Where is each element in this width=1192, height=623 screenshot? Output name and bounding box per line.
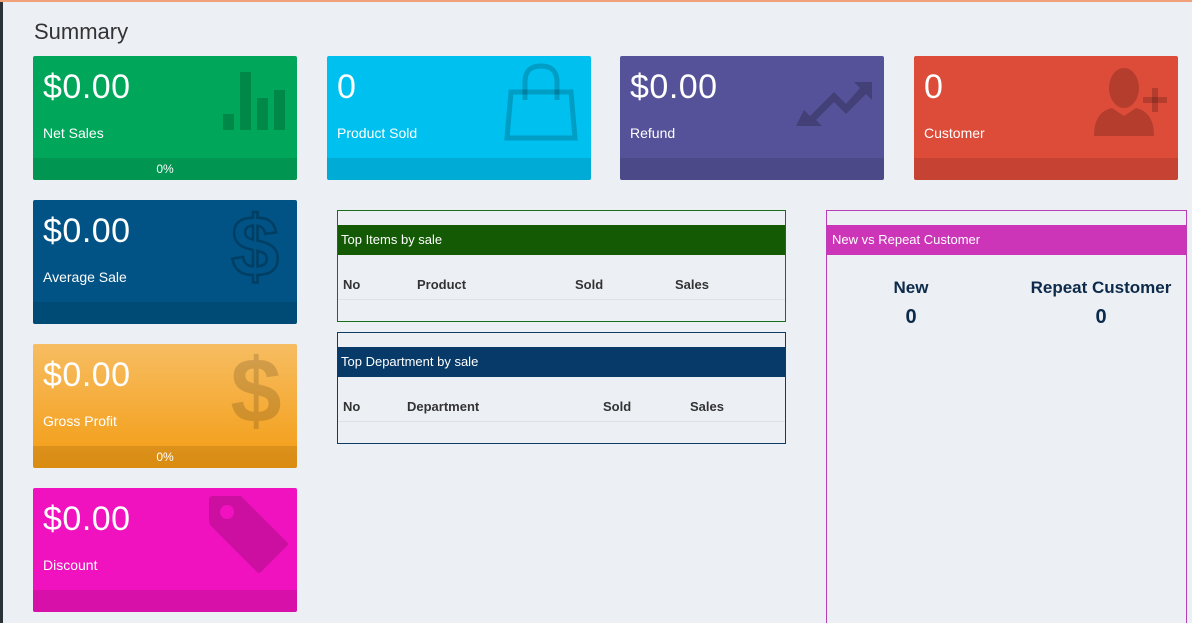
col-header-no: No <box>343 399 361 414</box>
window-edge <box>0 2 3 623</box>
net-sales-label: Net Sales <box>43 125 104 141</box>
new-vs-repeat-title: New vs Repeat Customer <box>827 225 1186 255</box>
page-title: Summary <box>34 19 129 44</box>
customer-box: 0 Customer <box>914 56 1178 180</box>
customer-value: 0 <box>924 68 944 106</box>
discount-box: $0.00 Discount <box>33 488 297 612</box>
top-items-table: No Product Sold Sales <box>338 255 785 300</box>
product-sold-footer <box>327 158 591 180</box>
gross-profit-box: $0.00 Gross Profit $ 0% <box>33 344 297 468</box>
top-items-title: Top Items by sale <box>338 225 785 255</box>
net-sales-value: $0.00 <box>43 68 131 106</box>
product-sold-box: 0 Product Sold <box>327 56 591 180</box>
top-items-panel: Top Items by sale No Product Sold Sales <box>337 210 786 322</box>
new-customer-label: New <box>893 278 929 297</box>
repeat-customer-stat: Repeat Customer 0 <box>1021 278 1181 329</box>
table-divider <box>338 299 785 300</box>
average-sale-value: $0.00 <box>43 212 131 250</box>
gross-profit-footer: 0% <box>33 446 297 468</box>
trend-down-icon <box>794 80 872 128</box>
top-department-panel: Top Department by sale No Department Sol… <box>337 332 786 444</box>
top-department-table: No Department Sold Sales <box>338 377 785 422</box>
gross-profit-value: $0.00 <box>43 356 131 394</box>
discount-label: Discount <box>43 557 98 573</box>
average-sale-label: Average Sale <box>43 269 127 285</box>
net-sales-box: $0.00 Net Sales 0% <box>33 56 297 180</box>
tag-icon <box>207 494 289 574</box>
discount-footer <box>33 590 297 612</box>
new-customer-stat: New 0 <box>861 278 961 329</box>
average-sale-box: $0.00 Average Sale $ <box>33 200 297 324</box>
col-header-product: Product <box>417 277 467 292</box>
repeat-customer-label: Repeat Customer <box>1030 278 1172 297</box>
refund-value: $0.00 <box>630 68 718 106</box>
svg-text:$: $ <box>230 346 281 432</box>
refund-box: $0.00 Refund <box>620 56 884 180</box>
svg-text:$: $ <box>231 204 279 288</box>
product-sold-label: Product Sold <box>337 125 418 141</box>
shopping-bag-icon <box>501 62 581 142</box>
repeat-customer-value: 0 <box>1095 306 1107 328</box>
bar-chart-icon <box>223 72 287 130</box>
dollar-icon: $ <box>225 346 287 432</box>
customer-footer <box>914 158 1178 180</box>
gross-profit-label: Gross Profit <box>43 413 117 429</box>
col-header-no: No <box>343 277 361 292</box>
discount-value: $0.00 <box>43 500 131 538</box>
new-vs-repeat-panel: New vs Repeat Customer New 0 Repeat Cust… <box>826 210 1187 623</box>
top-department-title: Top Department by sale <box>338 347 785 377</box>
col-header-sales: Sales <box>690 399 724 414</box>
customer-label: Customer <box>924 125 985 141</box>
col-header-sales: Sales <box>675 277 709 292</box>
dollar-icon: $ <box>225 204 285 288</box>
net-sales-footer: 0% <box>33 158 297 180</box>
product-sold-value: 0 <box>337 68 357 106</box>
new-customer-value: 0 <box>905 306 917 328</box>
user-add-icon <box>1092 66 1168 136</box>
col-header-sold: Sold <box>575 277 604 292</box>
refund-footer <box>620 158 884 180</box>
col-header-sold: Sold <box>603 399 632 414</box>
average-sale-footer <box>33 302 297 324</box>
refund-label: Refund <box>630 125 676 141</box>
col-header-department: Department <box>407 399 480 414</box>
table-divider <box>338 421 785 422</box>
